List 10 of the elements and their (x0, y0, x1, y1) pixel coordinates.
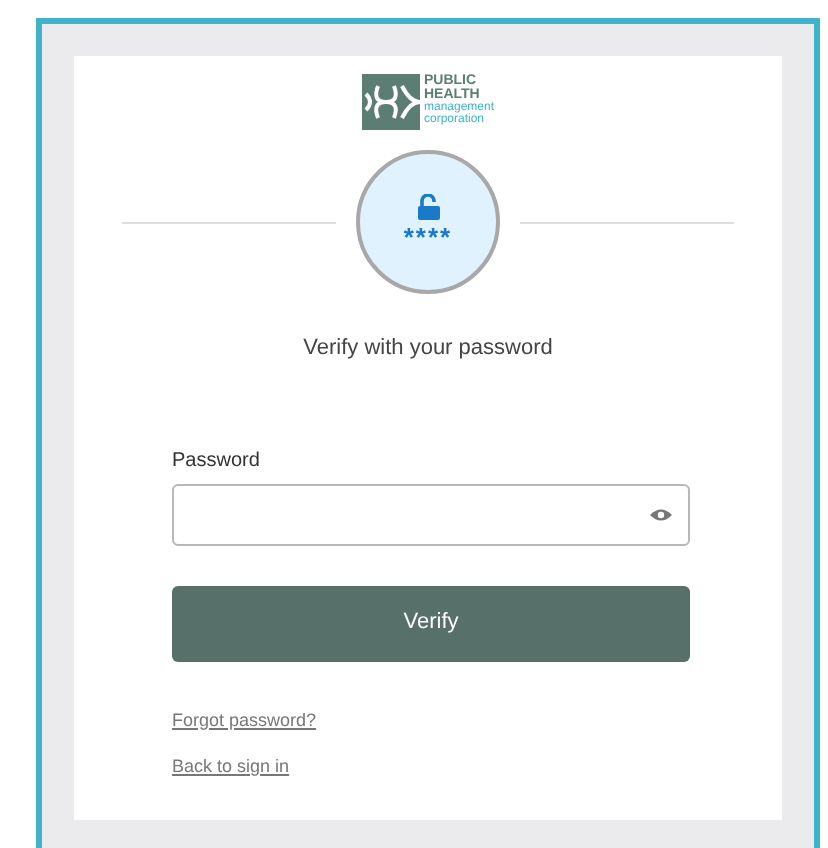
form-heading: Verify with your password (301, 334, 555, 364)
password-field[interactable] (172, 483, 690, 545)
eye-icon[interactable] (650, 507, 672, 521)
field-label: Password (172, 447, 262, 475)
padlock-icon (417, 194, 439, 220)
masked-password-text: **** (403, 224, 453, 250)
logo-icon (361, 74, 420, 130)
verify-button[interactable]: Verify (172, 585, 690, 661)
text-link[interactable]: Back to sign in (172, 754, 290, 781)
text-link[interactable]: Forgot password? (172, 707, 317, 734)
